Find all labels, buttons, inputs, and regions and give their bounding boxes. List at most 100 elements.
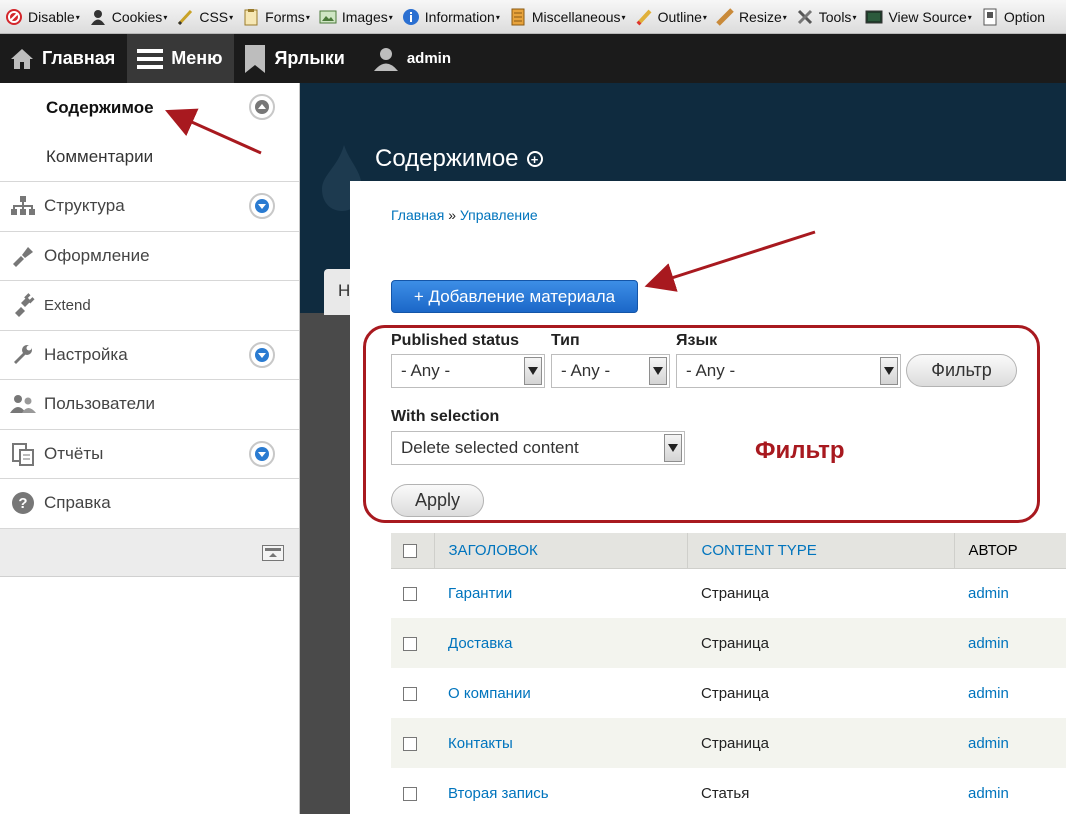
information-menu[interactable]: Information ▾: [397, 0, 504, 33]
content-type-cell: Статья: [701, 784, 750, 802]
cookies-menu[interactable]: Cookies ▾: [84, 0, 172, 33]
row-checkbox[interactable]: [403, 636, 417, 651]
content-title-link[interactable]: Контакты: [448, 735, 513, 752]
type-select[interactable]: - Any -: [551, 354, 670, 388]
dropdown-arrow-icon: [664, 434, 682, 462]
tab-shortcuts[interactable]: Ярлыки: [234, 34, 356, 83]
user-icon: [373, 46, 399, 72]
miscellaneous-icon: [508, 7, 528, 27]
miscellaneous-menu[interactable]: Miscellaneous ▾: [504, 0, 630, 33]
view-source-menu[interactable]: View Source ▾: [860, 0, 975, 33]
content-title-link[interactable]: Гарантии: [448, 585, 512, 602]
row-checkbox[interactable]: [403, 686, 417, 701]
options-menu[interactable]: Option: [976, 0, 1049, 33]
page-title-text: Содержимое: [375, 145, 519, 172]
content-table: ЗАГОЛОВОК CONTENT TYPE АВТОР Гарантии Ст…: [391, 533, 1066, 814]
column-content-type[interactable]: CONTENT TYPE: [687, 533, 955, 569]
language-select[interactable]: - Any -: [676, 354, 901, 388]
tab-home[interactable]: Главная: [0, 34, 127, 83]
dock-icon: [265, 547, 281, 557]
row-checkbox[interactable]: [403, 786, 417, 801]
css-menu[interactable]: CSS ▾: [171, 0, 237, 33]
tray-item-appearance[interactable]: Оформление: [0, 231, 299, 281]
tray-item-help-label: Справка: [44, 493, 111, 513]
dropdown-arrow-icon: [649, 357, 667, 385]
outline-menu[interactable]: Outline ▾: [630, 0, 711, 33]
chevron-down-icon: [255, 199, 269, 214]
add-shortcut-icon[interactable]: +: [526, 151, 543, 167]
row-select-cell: [391, 618, 434, 668]
view-source-icon: [864, 7, 884, 27]
css-label: CSS: [199, 8, 229, 25]
author-link[interactable]: admin: [968, 785, 1009, 802]
tab-menu[interactable]: Меню: [127, 34, 235, 83]
select-all-checkbox[interactable]: [403, 543, 417, 558]
tools-menu[interactable]: Tools ▾: [791, 0, 861, 33]
author-link[interactable]: admin: [968, 585, 1009, 602]
tray-item-appearance-label: Оформление: [44, 245, 150, 265]
author-link[interactable]: admin: [968, 635, 1009, 652]
miscellaneous-label: Miscellaneous: [531, 8, 621, 25]
row-checkbox[interactable]: [403, 736, 417, 751]
resize-menu[interactable]: Resize ▾: [711, 0, 791, 33]
information-label: Information: [424, 8, 495, 25]
expand-toggle[interactable]: [249, 440, 275, 467]
content-type-cell: Страница: [701, 584, 769, 602]
type-label: Тип: [551, 332, 580, 349]
tab-user[interactable]: admin: [363, 34, 463, 83]
expand-toggle[interactable]: [249, 341, 275, 368]
expand-toggle[interactable]: [249, 193, 275, 220]
hamburger-icon: [137, 48, 164, 70]
tray-item-extend[interactable]: Extend: [0, 281, 299, 331]
author-cell: admin: [954, 568, 1066, 618]
tray-item-comments[interactable]: Комментарии: [0, 132, 299, 181]
row-checkbox[interactable]: [403, 586, 417, 601]
collapse-toggle[interactable]: [249, 94, 275, 120]
images-menu[interactable]: Images ▾: [314, 0, 397, 33]
admin-toolbar: Главная Меню Ярлыки admin: [0, 34, 1066, 83]
css-icon: [175, 7, 195, 27]
tray-item-reports[interactable]: Отчёты: [0, 429, 299, 479]
tray-item-people[interactable]: Пользователи: [0, 380, 299, 430]
home-icon: [10, 48, 34, 70]
with-selection-label: With selection: [391, 408, 500, 425]
row-select-cell: [391, 668, 434, 718]
breadcrumb-admin[interactable]: Управление: [460, 207, 538, 223]
tab-shortcuts-label: Ярлыки: [274, 48, 345, 68]
tray-item-content[interactable]: Содержимое: [0, 83, 299, 132]
content-panel: Главная » Управление + Добавление матери…: [350, 181, 1066, 814]
apply-button[interactable]: Apply: [391, 484, 484, 517]
tray-footer: [0, 528, 299, 577]
content-title-link[interactable]: О компании: [448, 685, 531, 702]
tray-orientation-toggle[interactable]: [262, 544, 284, 561]
published-status-select[interactable]: - Any -: [391, 354, 545, 388]
images-label: Images: [341, 8, 388, 25]
disable-menu[interactable]: Disable ▾: [0, 0, 84, 33]
outline-label: Outline: [657, 8, 702, 25]
breadcrumb: Главная » Управление: [391, 207, 538, 223]
tray-item-structure[interactable]: Структура: [0, 182, 299, 232]
disable-icon: [4, 7, 24, 27]
row-select-cell: [391, 718, 434, 768]
tray-item-help[interactable]: ? Справка: [0, 479, 299, 529]
language-label: Язык: [676, 332, 718, 349]
table-row: Доставка Страница admin: [391, 618, 1066, 668]
forms-menu[interactable]: Forms ▾: [237, 0, 314, 33]
bulk-action-select[interactable]: Delete selected content: [391, 431, 685, 465]
content-title-link[interactable]: Доставка: [448, 635, 512, 652]
content-title-link[interactable]: Вторая запись: [448, 785, 549, 802]
dropdown-arrow-icon: [880, 357, 898, 385]
view-source-label: View Source: [888, 8, 967, 25]
tray-item-reports-label: Отчёты: [44, 443, 104, 463]
author-link[interactable]: admin: [968, 685, 1009, 702]
chevron-up-icon: [255, 100, 269, 114]
author-link[interactable]: admin: [968, 735, 1009, 752]
tray-item-config[interactable]: Настройка: [0, 330, 299, 380]
breadcrumb-home[interactable]: Главная: [391, 207, 444, 223]
tray-item-extend-label: Extend: [44, 296, 91, 314]
add-content-button[interactable]: + Добавление материала: [391, 280, 638, 313]
type-value: - Any -: [561, 361, 611, 380]
column-title[interactable]: ЗАГОЛОВОК: [434, 533, 688, 569]
author-cell: admin: [954, 768, 1066, 814]
filter-button[interactable]: Фильтр: [906, 354, 1017, 387]
